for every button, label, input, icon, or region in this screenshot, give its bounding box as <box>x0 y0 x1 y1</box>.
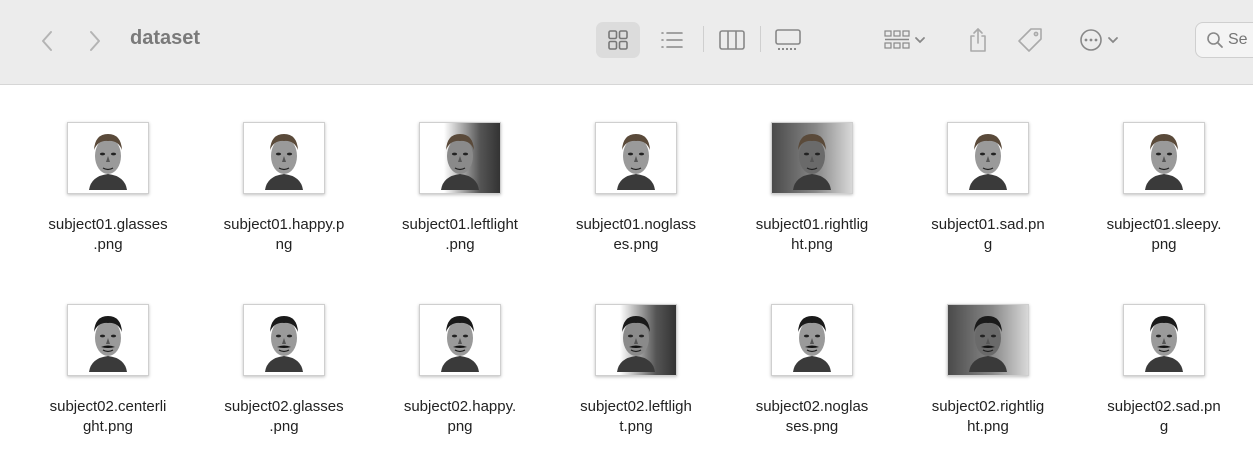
file-name-label: subject02.glasses .png <box>224 398 344 435</box>
file-item[interactable]: subject02.glasses .png <box>196 304 372 454</box>
file-thumbnail <box>771 122 853 194</box>
face-photo-icon <box>1145 316 1183 372</box>
file-name-label: subject02.leftligh t.png <box>580 398 692 435</box>
face-photo-icon <box>265 134 303 190</box>
file-item[interactable]: subject02.noglas ses.png <box>724 304 900 454</box>
file-item[interactable]: subject02.rightlig ht.png <box>900 304 1076 454</box>
file-thumbnail <box>243 122 325 194</box>
forward-button[interactable] <box>80 26 110 56</box>
file-name-label: subject01.sad.pn g <box>931 216 1045 253</box>
file-item[interactable]: subject01.glasses .png <box>20 122 196 272</box>
back-icon <box>42 31 52 51</box>
icon-view-icon <box>608 30 628 50</box>
window-title: dataset <box>130 27 201 49</box>
list-view-icon <box>661 32 683 48</box>
gallery-view-icon <box>775 29 801 50</box>
file-item[interactable]: subject02.leftligh t.png <box>548 304 724 454</box>
file-item[interactable]: subject01.happy.p ng <box>196 122 372 272</box>
file-thumbnail <box>595 304 677 376</box>
face-photo-icon <box>89 134 127 190</box>
group-icon <box>884 30 910 49</box>
chevron-down-icon <box>915 37 925 44</box>
face-photo-icon <box>441 316 479 372</box>
face-photo-icon <box>969 316 1007 372</box>
face-photo-icon <box>1145 134 1183 190</box>
face-photo-icon <box>617 134 655 190</box>
file-item[interactable]: subject02.happy. png <box>372 304 548 454</box>
face-photo-icon <box>89 316 127 372</box>
face-photo-icon <box>793 134 831 190</box>
gallery-view-button[interactable] <box>768 22 808 58</box>
file-thumbnail <box>947 122 1029 194</box>
file-name-label: subject02.happy. png <box>403 398 517 435</box>
icon-view-button[interactable] <box>596 22 640 58</box>
face-photo-icon <box>617 316 655 372</box>
face-photo-icon <box>441 134 479 190</box>
file-thumbnail <box>67 122 149 194</box>
file-name-label: subject02.centerli ght.png <box>49 398 167 435</box>
file-name-label: subject01.leftlight .png <box>402 216 518 253</box>
face-photo-icon <box>969 134 1007 190</box>
file-name-label: subject01.sleepy. png <box>1106 216 1222 253</box>
finder-toolbar: dataset <box>0 0 1253 85</box>
search-input[interactable] <box>1228 29 1253 51</box>
file-thumbnail <box>419 122 501 194</box>
toolbar-separator <box>703 26 704 52</box>
column-view-icon <box>719 30 745 50</box>
file-thumbnail <box>595 122 677 194</box>
share-icon <box>970 28 986 52</box>
file-name-label: subject02.noglas ses.png <box>755 398 869 435</box>
more-icon <box>1080 29 1102 51</box>
face-photo-icon <box>793 316 831 372</box>
file-thumbnail <box>1123 304 1205 376</box>
search-field[interactable] <box>1195 22 1253 58</box>
column-view-button[interactable] <box>712 22 752 58</box>
file-item[interactable]: subject01.rightlig ht.png <box>724 122 900 272</box>
file-item[interactable]: subject01.sleepy. png <box>1076 122 1252 272</box>
group-button[interactable] <box>876 22 934 58</box>
file-item[interactable]: subject01.noglass es.png <box>548 122 724 272</box>
face-photo-icon <box>265 316 303 372</box>
more-button[interactable] <box>1070 22 1128 58</box>
file-item[interactable]: subject01.sad.pn g <box>900 122 1076 272</box>
file-name-label: subject01.glasses .png <box>48 216 168 253</box>
file-item[interactable]: subject02.centerli ght.png <box>20 304 196 454</box>
tag-icon <box>1018 28 1042 52</box>
share-button[interactable] <box>960 22 996 58</box>
file-name-label: subject01.rightlig ht.png <box>755 216 869 253</box>
file-name-label: subject02.sad.pn g <box>1107 398 1221 435</box>
file-thumbnail <box>243 304 325 376</box>
file-item[interactable]: subject02.sad.pn g <box>1076 304 1252 454</box>
file-name-label: subject02.rightlig ht.png <box>931 398 1045 435</box>
file-thumbnail <box>947 304 1029 376</box>
file-thumbnail <box>1123 122 1205 194</box>
file-thumbnail <box>67 304 149 376</box>
file-name-label: subject01.noglass es.png <box>575 216 697 253</box>
tag-button[interactable] <box>1010 22 1050 58</box>
list-view-button[interactable] <box>652 22 692 58</box>
toolbar-separator <box>760 26 761 52</box>
file-name-label: subject01.happy.p ng <box>223 216 345 253</box>
file-thumbnail <box>419 304 501 376</box>
file-thumbnail <box>771 304 853 376</box>
forward-icon <box>90 31 100 51</box>
back-button[interactable] <box>32 26 62 56</box>
file-item[interactable]: subject01.leftlight .png <box>372 122 548 272</box>
search-icon <box>1207 32 1223 48</box>
chevron-down-icon <box>1108 37 1118 44</box>
